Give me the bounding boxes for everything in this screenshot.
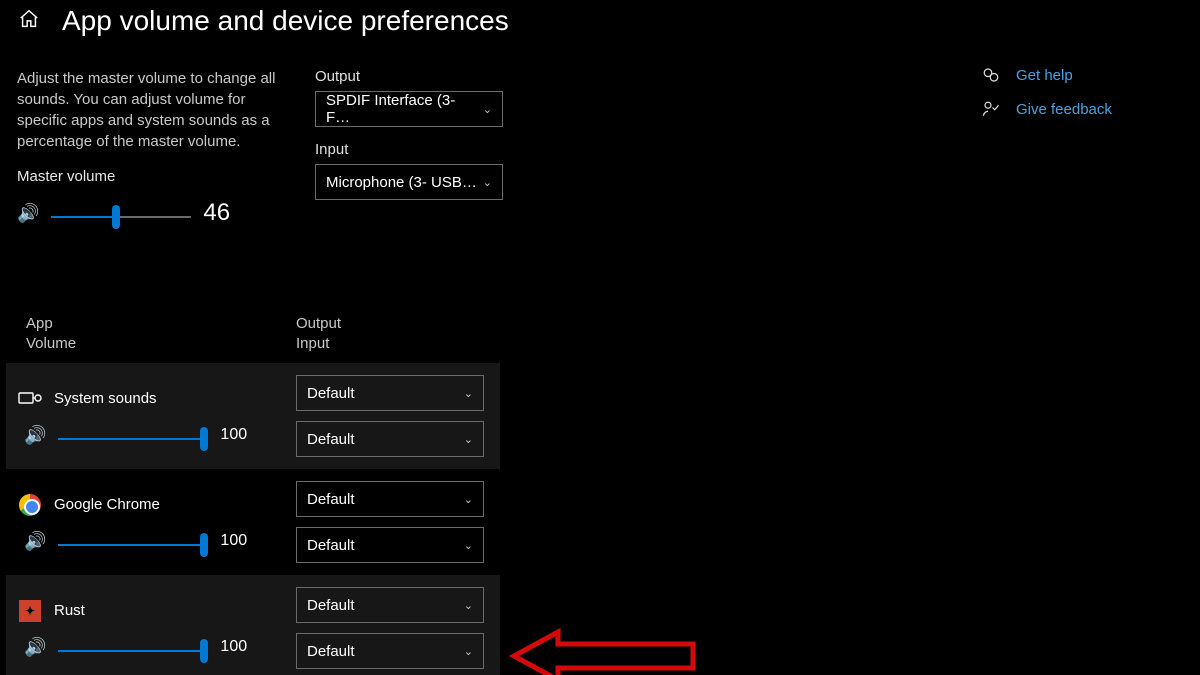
column-dev-line1: Output <box>296 314 341 334</box>
chevron-down-icon: ⌄ <box>483 103 492 116</box>
help-icon <box>980 66 1002 84</box>
annotation-arrow <box>508 628 698 675</box>
input-device-value: Microphone (3- USB… <box>326 174 477 191</box>
app-name-label: Google Chrome <box>54 496 160 513</box>
chevron-down-icon: ⌄ <box>464 493 473 506</box>
chevron-down-icon: ⌄ <box>464 387 473 400</box>
app-output-dropdown[interactable]: Default ⌄ <box>296 587 484 623</box>
output-label: Output <box>315 68 515 85</box>
app-row: Google Chrome 🔊 100 Default ⌄ Default ⌄ <box>6 469 500 575</box>
master-volume-label: Master volume <box>17 168 279 185</box>
chevron-down-icon: ⌄ <box>464 599 473 612</box>
chrome-icon <box>18 493 42 517</box>
output-device-value: SPDIF Interface (3- F… <box>326 92 483 126</box>
app-name-label: Rust <box>54 602 85 619</box>
chevron-down-icon: ⌄ <box>464 433 473 446</box>
app-output-dropdown[interactable]: Default ⌄ <box>296 481 484 517</box>
output-device-dropdown[interactable]: SPDIF Interface (3- F… ⌄ <box>315 91 503 127</box>
app-volume-value: 100 <box>220 426 247 444</box>
chevron-down-icon: ⌄ <box>464 645 473 658</box>
master-volume-slider[interactable] <box>51 216 191 218</box>
app-volume-value: 100 <box>220 638 247 656</box>
column-app-line2: Volume <box>26 334 296 354</box>
app-volume-value: 100 <box>220 532 247 550</box>
give-feedback-link[interactable]: Give feedback <box>980 100 1150 118</box>
rust-icon: ✦ <box>18 599 42 623</box>
column-app-line1: App <box>26 314 296 334</box>
app-row: System sounds 🔊 100 Default ⌄ Default ⌄ <box>6 363 500 469</box>
app-input-dropdown[interactable]: Default ⌄ <box>296 421 484 457</box>
app-output-value: Default <box>307 491 355 508</box>
app-input-value: Default <box>307 431 355 448</box>
speaker-icon[interactable]: 🔊 <box>24 425 46 446</box>
get-help-label: Get help <box>1016 67 1073 84</box>
app-row: ✦ Rust 🔊 100 Default ⌄ Default ⌄ <box>6 575 500 675</box>
app-volume-slider[interactable] <box>58 650 208 652</box>
system-sounds-icon <box>18 387 42 411</box>
speaker-icon[interactable]: 🔊 <box>24 531 46 552</box>
app-output-value: Default <box>307 385 355 402</box>
feedback-icon <box>980 100 1002 118</box>
chevron-down-icon: ⌄ <box>464 539 473 552</box>
page-title: App volume and device preferences <box>62 5 509 37</box>
input-label: Input <box>315 141 515 158</box>
master-volume-value: 46 <box>203 199 243 227</box>
description-text: Adjust the master volume to change all s… <box>17 68 279 152</box>
app-output-dropdown[interactable]: Default ⌄ <box>296 375 484 411</box>
app-volume-slider[interactable] <box>58 544 208 546</box>
app-input-value: Default <box>307 643 355 660</box>
app-volume-slider[interactable] <box>58 438 208 440</box>
get-help-link[interactable]: Get help <box>980 66 1150 84</box>
speaker-icon[interactable]: 🔊 <box>17 203 39 224</box>
app-name-label: System sounds <box>54 390 157 407</box>
home-icon[interactable] <box>18 8 40 34</box>
column-dev-line2: Input <box>296 334 341 354</box>
input-device-dropdown[interactable]: Microphone (3- USB… ⌄ <box>315 164 503 200</box>
speaker-icon[interactable]: 🔊 <box>24 637 46 658</box>
app-input-dropdown[interactable]: Default ⌄ <box>296 633 484 669</box>
app-input-value: Default <box>307 537 355 554</box>
chevron-down-icon: ⌄ <box>483 176 492 189</box>
give-feedback-label: Give feedback <box>1016 101 1112 118</box>
app-input-dropdown[interactable]: Default ⌄ <box>296 527 484 563</box>
app-output-value: Default <box>307 597 355 614</box>
